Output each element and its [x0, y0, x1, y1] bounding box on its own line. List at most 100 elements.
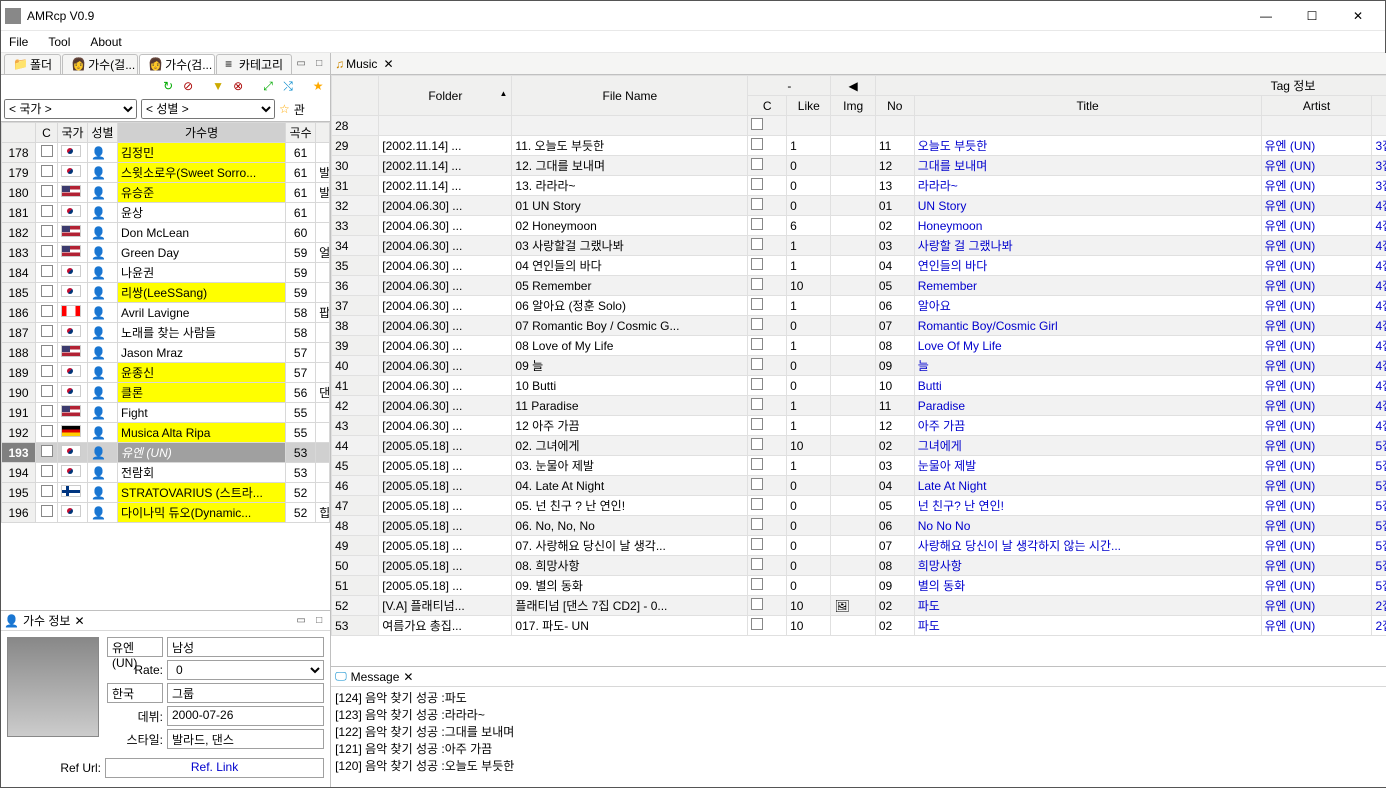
col-name[interactable]: 가수명 — [118, 123, 286, 143]
table-row[interactable]: 48[2005.05.18] ...06. No, No, No006No No… — [332, 516, 1386, 536]
artist-cell[interactable]: 유엔 (UN) — [1261, 496, 1372, 516]
checkbox-icon[interactable] — [751, 298, 763, 310]
title-cell[interactable]: 넌 친구? 난 연인! — [914, 496, 1261, 516]
checkbox-icon[interactable] — [751, 278, 763, 290]
artist-name-cell[interactable]: 다이나믹 듀오(Dynamic... — [118, 503, 286, 523]
album-cell[interactable]: 5집 그녀에게 — [1372, 496, 1386, 516]
tab-folder[interactable]: 📁폴더 — [4, 54, 61, 74]
col-file[interactable]: File Name — [512, 76, 748, 116]
check-cell[interactable] — [748, 616, 787, 636]
checkbox-icon[interactable] — [751, 158, 763, 170]
checkbox-icon[interactable] — [751, 358, 763, 370]
artist-cell[interactable]: 유엔 (UN) — [1261, 556, 1372, 576]
check-cell[interactable] — [36, 183, 58, 203]
check-cell[interactable] — [748, 156, 787, 176]
check-cell[interactable] — [748, 536, 787, 556]
table-row[interactable]: 190👤클론56댄 — [2, 383, 330, 403]
artist-cell[interactable]: 유엔 (UN) — [1261, 136, 1372, 156]
check-cell[interactable] — [748, 596, 787, 616]
checkbox-icon[interactable] — [41, 345, 53, 357]
check-cell[interactable] — [748, 236, 787, 256]
table-row[interactable]: 195👤STRATOVARIUS (스트라...52 — [2, 483, 330, 503]
artist-name-cell[interactable]: 나윤권 — [118, 263, 286, 283]
message-body[interactable]: [124] 음악 찾기 성공 :파도[123] 음악 찾기 성공 :라라라~[1… — [331, 687, 1386, 787]
checkbox-icon[interactable] — [751, 518, 763, 530]
title-cell[interactable]: Romantic Boy/Cosmic Girl — [914, 316, 1261, 336]
check-cell[interactable] — [748, 576, 787, 596]
table-row[interactable]: 52[V.A] 플래티넘...플래티넘 [댄스 7집 CD2] - 0...10… — [332, 596, 1386, 616]
table-row[interactable]: 192👤Musica Alta Ripa55 — [2, 423, 330, 443]
check-cell[interactable] — [748, 316, 787, 336]
title-cell[interactable]: Butti — [914, 376, 1261, 396]
artist-cell[interactable]: 유엔 (UN) — [1261, 356, 1372, 376]
table-row[interactable]: 41[2004.06.30] ...10 Butti010Butti유엔 (UN… — [332, 376, 1386, 396]
title-cell[interactable]: 희망사항 — [914, 556, 1261, 576]
col-extra[interactable] — [316, 123, 330, 143]
artist-cell[interactable]: 유엔 (UN) — [1261, 316, 1372, 336]
album-cell[interactable]: 4집 Reunion — [1372, 256, 1386, 276]
check-cell[interactable] — [748, 436, 787, 456]
col-like[interactable]: Like — [787, 96, 831, 116]
table-row[interactable]: 196👤다이나믹 듀오(Dynamic...52힙 — [2, 503, 330, 523]
checkbox-icon[interactable] — [751, 178, 763, 190]
table-row[interactable]: 40[2004.06.30] ...09 늘009늘유엔 (UN)4집 Reun… — [332, 356, 1386, 376]
title-cell[interactable]: 파도 — [914, 596, 1261, 616]
table-row[interactable]: 51[2005.05.18] ...09. 별의 동화009별의 동화유엔 (U… — [332, 576, 1386, 596]
checkbox-icon[interactable] — [41, 505, 53, 517]
col-folder[interactable]: Folder — [379, 76, 512, 116]
album-cell[interactable]: 3집 Extreme Happiness — [1372, 176, 1386, 196]
artist-cell[interactable]: 유엔 (UN) — [1261, 296, 1372, 316]
music-grid[interactable]: Folder File Name - ◀ Tag 정보 C Like Img N… — [331, 75, 1386, 650]
title-cell[interactable]: 파도 — [914, 616, 1261, 636]
filter-button[interactable]: ▼ — [209, 77, 227, 95]
table-row[interactable]: 181👤윤상61 — [2, 203, 330, 223]
checkbox-icon[interactable] — [41, 385, 53, 397]
check-cell[interactable] — [36, 343, 58, 363]
artist-cell[interactable]: 유엔 (UN) — [1261, 596, 1372, 616]
check-cell[interactable] — [36, 223, 58, 243]
album-cell[interactable]: 5집 그녀에게 — [1372, 536, 1386, 556]
artist-cell[interactable]: 유엔 (UN) — [1261, 336, 1372, 356]
title-cell[interactable]: 그대를 보내며 — [914, 156, 1261, 176]
album-cell[interactable]: 5집 그녀에게 — [1372, 576, 1386, 596]
col-rownum[interactable] — [2, 123, 36, 143]
album-cell[interactable]: 3집 Extreme Happiness — [1372, 156, 1386, 176]
check-cell[interactable] — [748, 136, 787, 156]
refresh-button[interactable]: ↻ — [159, 77, 177, 95]
checkbox-icon[interactable] — [751, 418, 763, 430]
artist-name-cell[interactable]: 유엔 (UN) — [118, 443, 286, 463]
table-row[interactable]: 44[2005.05.18] ...02. 그녀에게1002그녀에게유엔 (UN… — [332, 436, 1386, 456]
checkbox-icon[interactable] — [751, 198, 763, 210]
artist-cell[interactable]: 유엔 (UN) — [1261, 236, 1372, 256]
title-cell[interactable]: 아주 가끔 — [914, 416, 1261, 436]
check-cell[interactable] — [748, 356, 787, 376]
clear-button[interactable]: ⊘ — [179, 77, 197, 95]
artist-cell[interactable]: 유엔 (UN) — [1261, 436, 1372, 456]
artist-cell[interactable] — [1261, 116, 1372, 136]
col-group-tag[interactable]: Tag 정보 — [875, 76, 1386, 96]
table-row[interactable]: 29[2002.11.14] ...11. 오늘도 부듯한111오늘도 부듯한유… — [332, 136, 1386, 156]
check-cell[interactable] — [748, 516, 787, 536]
check-cell[interactable] — [36, 503, 58, 523]
check-cell[interactable] — [36, 443, 58, 463]
col-rownum[interactable] — [332, 76, 379, 116]
checkbox-icon[interactable] — [751, 498, 763, 510]
max-panel-button[interactable]: □ — [311, 613, 327, 629]
title-cell[interactable]: 늘 — [914, 356, 1261, 376]
check-cell[interactable] — [36, 383, 58, 403]
table-row[interactable]: 193👤유엔 (UN)53 — [2, 443, 330, 463]
checkbox-icon[interactable] — [41, 445, 53, 457]
artist-cell[interactable]: 유엔 (UN) — [1261, 616, 1372, 636]
col-gender[interactable]: 성별 — [88, 123, 118, 143]
check-cell[interactable] — [36, 363, 58, 383]
artist-cell[interactable]: 유엔 (UN) — [1261, 536, 1372, 556]
check-cell[interactable] — [36, 283, 58, 303]
check-cell[interactable] — [36, 423, 58, 443]
table-row[interactable]: 182👤Don McLean60 — [2, 223, 330, 243]
col-artist[interactable]: Artist — [1261, 96, 1372, 116]
album-cell[interactable]: 5집 그녀에게 — [1372, 456, 1386, 476]
tab-artist-search[interactable]: 👩가수(검... — [139, 54, 215, 74]
checkbox-icon[interactable] — [751, 558, 763, 570]
checkbox-icon[interactable] — [41, 465, 53, 477]
menu-about[interactable]: About — [86, 35, 125, 49]
